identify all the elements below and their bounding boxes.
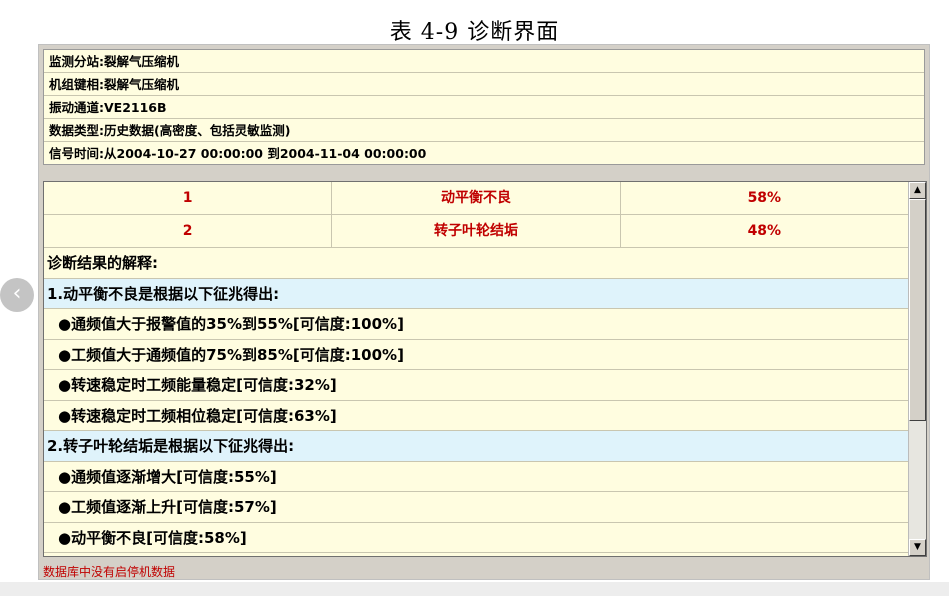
page-bottom-band — [0, 582, 949, 596]
symptom-item: ●转速稳定时工频相位稳定[可信度:63%] — [44, 401, 908, 431]
result-index: 2 — [44, 215, 333, 247]
symptom-item: ●工频值逐渐上升[可信度:57%] — [44, 492, 908, 523]
symptom-item: ●工频值大于通频值的75%到85%[可信度:100%] — [44, 340, 908, 370]
result-probability: 48% — [747, 223, 782, 239]
result-row[interactable]: 2 转子叶轮结垢 48% — [44, 215, 908, 248]
info-panel: 监测分站:裂解气压缩机 机组键相:裂解气压缩机 振动通道:VE2116B 数据类… — [43, 49, 925, 165]
result-list: 1 动平衡不良 58% 2 转子叶轮结垢 48% 诊断结果的解释: 1.动平衡不… — [44, 182, 908, 556]
symptom-item: ●动平衡不良[可信度:58%] — [44, 523, 908, 553]
arrow-up-icon[interactable]: ▲ — [909, 182, 926, 199]
arrow-down-icon[interactable]: ▼ — [909, 539, 926, 556]
vertical-scrollbar[interactable]: ▲ ▼ — [908, 182, 926, 556]
info-row-station: 监测分站:裂解气压缩机 — [44, 50, 924, 73]
info-row-keyphase: 机组键相:裂解气压缩机 — [44, 73, 924, 96]
result-row[interactable]: 1 动平衡不良 58% — [44, 182, 908, 215]
info-row-signal-time: 信号时间:从2004-10-27 00:00:00 到2004-11-04 00… — [49, 146, 427, 161]
figure-caption: 表 4-9 诊断界面 — [389, 20, 560, 45]
info-row-channel: 振动通道:VE2116B — [44, 96, 924, 119]
diagnosis-result-panel: 1 动平衡不良 58% 2 转子叶轮结垢 48% 诊断结果的解释: 1.动平衡不… — [43, 181, 927, 557]
chevron-left-icon[interactable]: ‹ — [0, 278, 34, 312]
result-index: 1 — [44, 182, 333, 214]
diagnosis-window: 监测分站:裂解气压缩机 机组键相:裂解气压缩机 振动通道:VE2116B 数据类… — [38, 44, 930, 580]
status-message: 数据库中没有启停机数据 — [43, 565, 176, 579]
info-row-data-type: 数据类型:历史数据(高密度、包括灵敏监测) — [44, 119, 924, 142]
explanation-header: 诊断结果的解释: — [44, 248, 908, 279]
cause-title: 1.动平衡不良是根据以下征兆得出: — [44, 278, 908, 309]
result-fault: 转子叶轮结垢 — [332, 215, 621, 247]
cause-title: 2.转子叶轮结垢是根据以下征兆得出: — [44, 431, 908, 462]
result-probability: 58% — [747, 190, 782, 206]
symptom-item: ●通频值大于报警值的35%到55%[可信度:100%] — [44, 309, 908, 340]
scrollbar-thumb[interactable] — [909, 199, 926, 421]
result-fault: 动平衡不良 — [332, 182, 621, 214]
symptom-item: ●通频值逐渐增大[可信度:55%] — [44, 462, 908, 492]
symptom-item: ●转速稳定时工频能量稳定[可信度:32%] — [44, 370, 908, 401]
